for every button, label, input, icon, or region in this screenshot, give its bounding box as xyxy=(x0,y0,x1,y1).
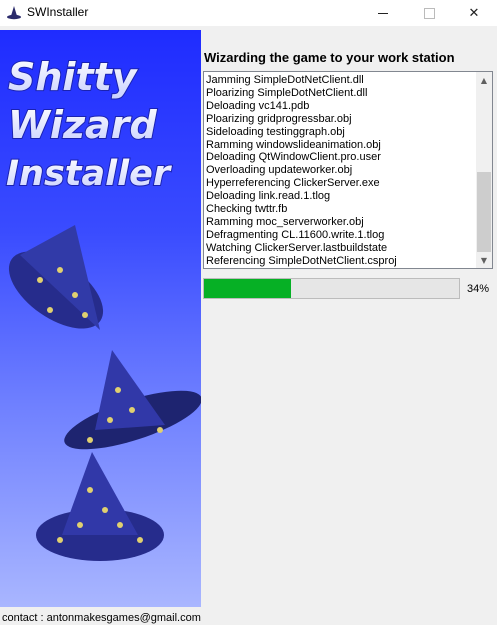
log-line: Deloading link.read.1.tlog xyxy=(206,190,331,203)
title-bar: SWInstaller ✕ xyxy=(0,0,497,26)
maximize-icon xyxy=(423,7,435,19)
log-line: Jamming SimpleDotNetClient.dll xyxy=(206,74,364,86)
log-line: Checking twttr.fb xyxy=(206,203,288,216)
log-line: Deloading vc141.pdb xyxy=(206,99,310,112)
log-scrollbar[interactable]: ▲ ▼ xyxy=(476,72,492,268)
install-progress-bar xyxy=(203,278,460,299)
close-button[interactable]: ✕ xyxy=(451,0,497,26)
log-line: Ramming windowslideanimation.obj xyxy=(206,138,381,151)
log-line: Defragmenting CL.11600.write.1.tlog xyxy=(206,228,385,241)
log-line: Ploarizing gridprogressbar.obj xyxy=(206,112,352,125)
log-line: Referencing SimpleDotNetClient.csproj xyxy=(206,254,397,267)
log-line: Ploarizing SimpleDotNetClient.dll xyxy=(206,86,368,99)
contact-text: contact : antonmakesgames@gmail.com xyxy=(2,612,201,624)
scroll-up-icon[interactable]: ▲ xyxy=(476,72,492,88)
banner-art: Shitty Wizard Installer xyxy=(5,54,201,561)
scroll-down-icon[interactable]: ▼ xyxy=(476,252,492,268)
banner-title-line1: Shitty xyxy=(8,55,139,99)
installer-banner: Shitty Wizard Installer xyxy=(0,30,201,607)
banner-title-line2: Wizard xyxy=(8,103,157,147)
window-title: SWInstaller xyxy=(27,5,89,19)
minimize-button[interactable] xyxy=(360,0,406,26)
log-lines: Jamming SimpleDotNetClient.dll Ploarizin… xyxy=(206,74,476,268)
log-line: Hyperreferencing ClickerServer.exe xyxy=(206,177,380,190)
wizard-hat-image-2 xyxy=(64,350,201,450)
progress-fill xyxy=(204,279,291,298)
wizard-hat-icon xyxy=(7,6,21,20)
maximize-button[interactable] xyxy=(406,0,452,26)
log-line: Deloading QtWindowClient.pro.user xyxy=(206,151,381,164)
log-line: Ramming moc_serverworker.obj xyxy=(206,215,364,228)
log-line: Sideloading testinggraph.obj xyxy=(206,125,345,138)
scroll-thumb[interactable] xyxy=(477,172,491,252)
minimize-icon xyxy=(378,12,388,14)
install-heading: Wizarding the game to your work station xyxy=(204,50,455,65)
progress-percent: 34% xyxy=(467,283,490,295)
wizard-hat-image-1 xyxy=(8,225,104,330)
banner-title-line3: Installer xyxy=(6,154,173,194)
close-icon: ✕ xyxy=(468,5,480,21)
wizard-hat-image-3 xyxy=(36,452,164,561)
log-line: Watching ClickerServer.lastbuildstate xyxy=(206,241,388,254)
install-log[interactable]: Jamming SimpleDotNetClient.dll Ploarizin… xyxy=(203,71,493,269)
log-line: Overloading updateworker.obj xyxy=(206,164,353,177)
